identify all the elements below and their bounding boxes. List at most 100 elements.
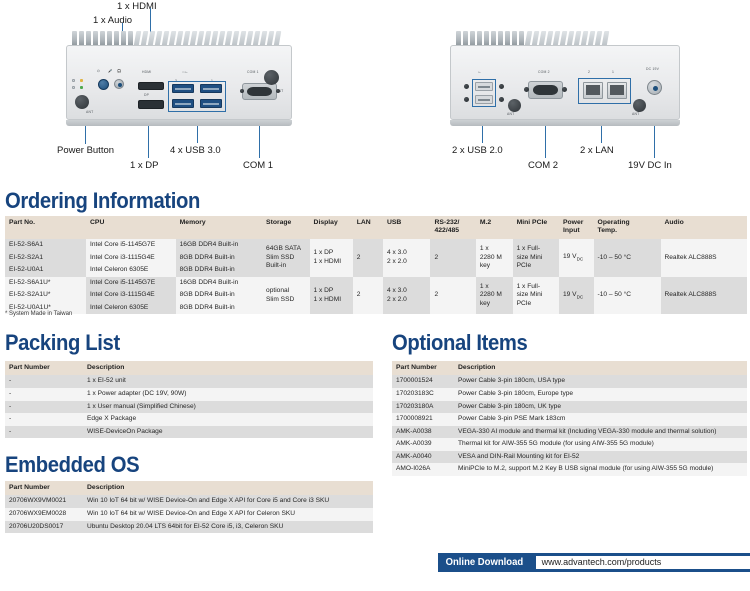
embedded-os-col-header-part-number: Part Number (5, 481, 83, 496)
dp-port[interactable] (138, 100, 164, 109)
com2-db9-port[interactable] (528, 81, 563, 99)
m2-l2: 2280 M (479, 253, 502, 261)
hdmi-micro-label: HDMI (142, 70, 152, 74)
dc-19v-power-jack[interactable] (647, 80, 662, 95)
cell-cpu: Intel Core i3-1115G4E (86, 289, 176, 302)
col-header-cpu: CPU (86, 216, 176, 239)
packing-list-table: Part Number Description - 1 x EI-52 unit… (5, 361, 373, 439)
usb30-port-2[interactable] (200, 99, 222, 108)
usb-l2: 2 x 2.0 (386, 295, 407, 303)
cell-m2: 1 x 2280 M key (475, 238, 513, 277)
packing-col-header-description: Description (83, 361, 373, 376)
storage-l2: Slim SSD (266, 253, 295, 261)
power-button[interactable] (98, 79, 109, 90)
usb30-port-4[interactable] (172, 99, 194, 108)
footer-online-download-bar: Online Download www.advantech.com/produc… (438, 553, 750, 572)
cell-memory: 8GB DDR4 Built-in (175, 289, 263, 302)
table-row: 170203180A Power Cable 3-pin 180cm, UK t… (392, 400, 747, 414)
cell-part-no: EI-52-S2A1 (5, 251, 86, 265)
col-header-mini-pcie: Mini PCIe (512, 216, 559, 239)
callout-dp-label: 1 x DP (130, 160, 159, 171)
pcie-l3: PCIe (516, 262, 532, 270)
col-header-memory: Memory (175, 216, 263, 239)
com1-db9-port[interactable] (242, 83, 277, 100)
antenna-knob-front (75, 95, 89, 109)
cell-part-no: EI-52-S2A1U* (5, 289, 86, 302)
lan-port-2[interactable] (583, 82, 603, 99)
usb20-port-2[interactable] (475, 95, 493, 104)
cell-display: 1 x DP 1 x HDMI (309, 276, 353, 315)
com2-screw-left (524, 87, 529, 92)
footer-url[interactable]: www.advantech.com/products (535, 556, 750, 569)
table-row: 20706U20DS0017 Ubuntu Desktop 20.04 LTS … (5, 520, 373, 534)
rs232-header-line1: RS-232/ (434, 219, 460, 226)
ordering-table-footnote: * System Made in Taiwan (5, 311, 73, 317)
callout-com2-label: COM 2 (528, 160, 559, 171)
pcie-l1: 1 x Full- (516, 244, 541, 252)
optional-col-header-part-number: Part Number (392, 361, 454, 376)
cell-part-number: 20706U20DS0017 (9, 522, 64, 530)
callout-com1-label: COM 1 (243, 160, 274, 171)
callout-audio-label: 1 x Audio (93, 15, 133, 26)
product-photo-area: 1 x HDMI 1 x Audio Power Button 1 x DP 4… (0, 0, 750, 182)
cell-description: WISE-DeviceOn Package (87, 427, 163, 435)
usb-l1: 4 x 3.0 (386, 286, 407, 294)
lan-port-1[interactable] (607, 82, 627, 99)
rear-chassis-base (450, 120, 680, 126)
power-sub: DC (576, 256, 584, 262)
hdmi-port[interactable] (138, 82, 164, 90)
cell-description: MiniPCIe to M.2, support M.2 Key B USB s… (458, 465, 714, 473)
m2-l1: 1 x (479, 282, 489, 290)
cell-storage: 64GB SATA Slim SSD Built-in (262, 238, 310, 277)
col-header-rs232: RS-232/ 422/485 (430, 216, 476, 239)
col-header-audio: Audio (660, 216, 747, 239)
ant-micro-label-front: ANT (86, 110, 94, 114)
cell-part-no: EI-52-U0A1 (5, 264, 86, 277)
cell-memory: 16GB DDR4 Built-in (175, 238, 263, 252)
m2-l1: 1 x (479, 244, 489, 252)
callout-usb20-label: 2 x USB 2.0 (452, 145, 503, 156)
pcie-l2: size Mini (516, 253, 543, 261)
audio-jack[interactable] (114, 79, 124, 89)
cell-part-no: EI-52-S6A1U* (5, 276, 86, 290)
power-sub: DC (576, 294, 584, 300)
usb30-port-3[interactable] (172, 84, 194, 93)
ordering-information-table: Part No. CPU Memory Storage Display LAN … (5, 216, 747, 315)
section-title-embedded-os: Embedded OS (5, 452, 140, 477)
m2-l3: key (479, 299, 491, 307)
table-row: AMK-A0038 VEGA-330 AI module and thermal… (392, 425, 747, 439)
cell-rs232: 2 (430, 238, 476, 277)
cell-description: Power Cable 3-pin PSE Mark 183cm (458, 415, 566, 423)
table-row: - 1 x EI-52 unit (5, 375, 373, 389)
cell-part-number: - (9, 427, 12, 435)
cell-part-number: 170203183C (396, 390, 434, 398)
db9-screw-right (276, 89, 280, 93)
cell-description: 1 x Power adapter (DC 19V, 90W) (87, 390, 187, 398)
ant-micro-label-rear-1: ANT (507, 112, 515, 116)
cell-part-number: - (9, 402, 12, 410)
section-title-optional: Optional Items (392, 330, 528, 355)
cell-power-input: 19 VDC (559, 276, 594, 315)
table-row: 1700008921 Power Cable 3-pin PSE Mark 18… (392, 413, 747, 426)
table-row: EI-52-S6A1U* Intel Core i5-1145G7E 16GB … (5, 276, 747, 315)
cell-operating-temp: -10 – 50 °C (593, 238, 661, 277)
embedded-os-header-row: Part Number Description (5, 481, 373, 496)
power-header-line2: Input (563, 227, 580, 235)
lan1-micro-label: 1 (612, 70, 615, 74)
col-header-power-input: Power Input (559, 216, 594, 239)
callout-dc-in-label: 19V DC In (628, 160, 672, 171)
col-header-m2: M.2 (475, 216, 513, 239)
usb20-port-1[interactable] (475, 82, 493, 91)
com2-micro-label: COM 2 (538, 70, 550, 74)
embedded-os-table: Part Number Description 20706WX9VM0021 W… (5, 481, 373, 534)
cell-part-number: - (9, 415, 12, 423)
power-led (72, 86, 75, 89)
footer-label: Online Download (445, 557, 524, 568)
cell-part-number: 20706WX9EM0028 (9, 510, 67, 518)
col-header-usb: USB (382, 216, 431, 239)
usb30-port-1[interactable] (200, 84, 222, 93)
m2-l3: key (479, 262, 491, 270)
cell-part-number: AMK-A0040 (396, 452, 432, 460)
power-header-line1: Power (563, 219, 584, 226)
cell-lan: 2 (352, 238, 383, 277)
